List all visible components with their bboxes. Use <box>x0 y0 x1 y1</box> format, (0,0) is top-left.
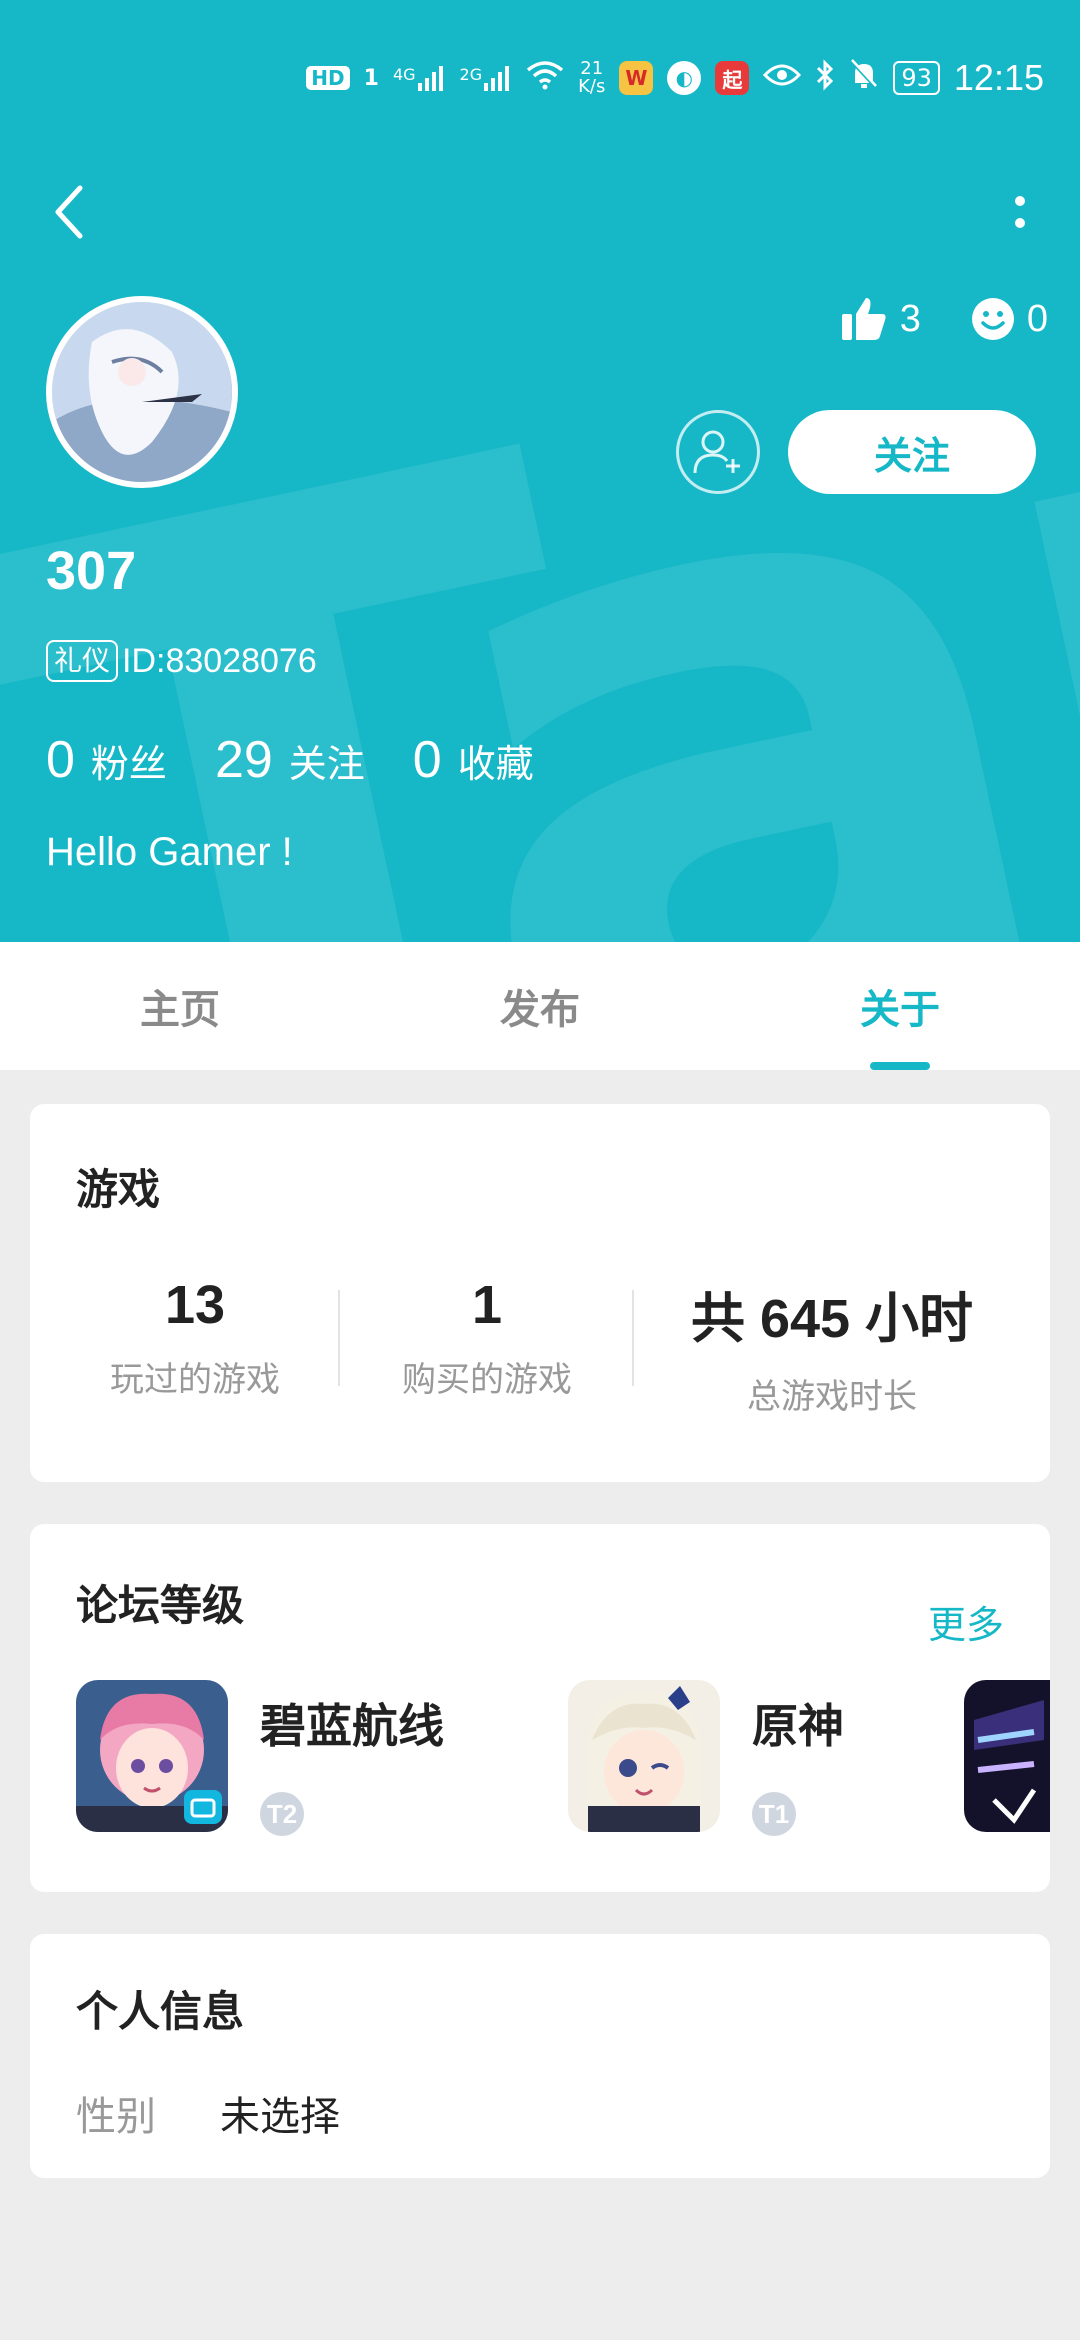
profile-stats: 0 粉丝 29 关注 0 收藏 <box>46 730 582 790</box>
likes-counter[interactable]: 3 <box>840 296 921 342</box>
signal-2g-icon: 2G <box>460 65 513 91</box>
hd-indicator: HD <box>306 66 350 90</box>
stat-favorites[interactable]: 0 收藏 <box>413 730 534 790</box>
network-speed: 21 K/s <box>578 58 606 97</box>
smile-face-icon <box>971 298 1014 340</box>
forum-level-badge: T2 <box>260 1792 304 1836</box>
wifi-icon <box>526 60 564 97</box>
profile-reactions: 3 0 <box>840 296 1048 342</box>
partial-game-icon <box>964 1680 1050 1832</box>
profile-header: TapTap HD 1 4G 2G 21 K/s W ◐ 起 93 12:15 … <box>0 0 1080 942</box>
forum-game-name: 碧蓝航线 <box>260 1699 444 1753</box>
azur-lane-game-icon <box>76 1680 228 1832</box>
games-card-title: 游戏 <box>76 1165 161 1214</box>
stat-fans[interactable]: 0 粉丝 <box>46 730 167 790</box>
gender-row: 性别 未选择 <box>76 2084 340 2142</box>
gender-value: 未选择 <box>220 2094 340 2140</box>
personal-info-card: 个人信息 性别 未选择 <box>30 1934 1050 2178</box>
avatar-image <box>52 302 232 482</box>
forum-item-genshin[interactable]: 原神 T1 <box>568 1680 844 1836</box>
stat-divider <box>632 1290 634 1386</box>
stat-divider <box>338 1290 340 1386</box>
bluetooth-icon <box>815 58 835 98</box>
games-purchased-stat[interactable]: 1 购买的游戏 <box>360 1274 614 1418</box>
status-time: 12:15 <box>953 57 1044 98</box>
games-card: 游戏 13 玩过的游戏 1 购买的游戏 共 645 小时 总游戏时长 <box>30 1104 1050 1482</box>
tab-home[interactable]: 主页 <box>0 942 360 1070</box>
tab-about[interactable]: 关于 <box>720 942 1080 1070</box>
app-notification-icon: ◐ <box>667 61 702 95</box>
play-time-stat[interactable]: 共 645 小时 总游戏时长 <box>614 1274 1050 1418</box>
back-button[interactable] <box>40 182 100 242</box>
status-bar: HD 1 4G 2G 21 K/s W ◐ 起 93 12:15 <box>306 48 1044 108</box>
sim-indicator: 1 <box>363 65 379 91</box>
forum-item-partial[interactable] <box>964 1680 1050 1832</box>
signal-4g-icon: 4G <box>393 65 446 91</box>
follow-button[interactable]: 关注 <box>788 410 1036 494</box>
forum-card-title: 论坛等级 <box>76 1581 245 1630</box>
weibo-app-icon: W <box>619 61 654 95</box>
thumbs-up-icon <box>841 298 886 340</box>
mute-bell-icon <box>849 58 879 98</box>
avatar[interactable] <box>46 296 238 488</box>
eye-icon <box>763 63 802 94</box>
more-dot-icon <box>1015 218 1025 228</box>
forum-game-name: 原神 <box>752 1699 844 1753</box>
tab-posts[interactable]: 发布 <box>360 942 720 1070</box>
user-id-row: 礼仪 ID:83028076 <box>46 640 317 682</box>
personal-info-title: 个人信息 <box>76 1987 245 2036</box>
username: 307 <box>46 541 137 601</box>
profile-tabs: 主页 发布 关于 <box>0 942 1080 1070</box>
smiles-counter[interactable]: 0 <box>971 297 1048 341</box>
qidian-app-icon: 起 <box>715 61 750 95</box>
games-played-stat[interactable]: 13 玩过的游戏 <box>30 1274 360 1418</box>
stat-following[interactable]: 29 关注 <box>215 730 365 790</box>
forum-level-card: 论坛等级 更多 碧蓝航线 T2 原神 T1 <box>30 1524 1050 1892</box>
genshin-game-icon <box>568 1680 720 1832</box>
more-options-button[interactable] <box>990 182 1050 242</box>
profile-bio: Hello Gamer ! <box>46 830 293 874</box>
etiquette-badge[interactable]: 礼仪 <box>46 640 119 682</box>
forum-level-badge: T1 <box>752 1792 796 1836</box>
gender-label: 性别 <box>76 2094 156 2140</box>
forum-item-azur-lane[interactable]: 碧蓝航线 T2 <box>76 1680 444 1836</box>
forum-more-link[interactable]: 更多 <box>928 1594 1004 1649</box>
user-id: ID:83028076 <box>122 641 317 680</box>
add-user-icon <box>693 430 740 474</box>
battery-indicator: 93 <box>893 61 940 95</box>
add-friend-button[interactable] <box>676 410 760 494</box>
more-dot-icon <box>1015 196 1025 206</box>
chevron-left-icon <box>55 185 83 239</box>
games-stats: 13 玩过的游戏 1 购买的游戏 共 645 小时 总游戏时长 <box>30 1274 1050 1418</box>
